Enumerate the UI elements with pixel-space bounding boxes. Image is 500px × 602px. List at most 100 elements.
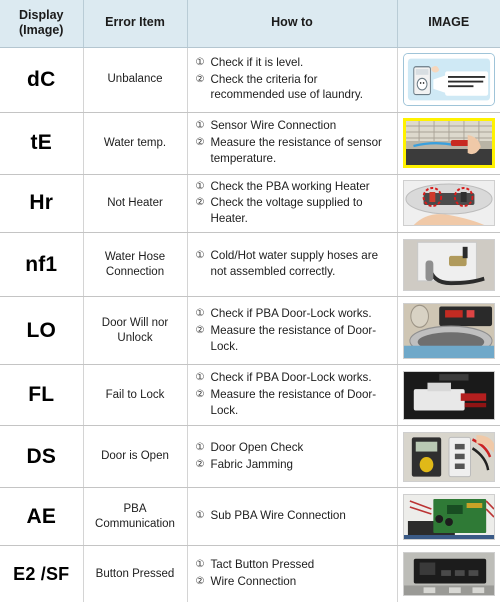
column-header-display: Display (Image) [0,0,84,48]
step-text: Measure the resistance of Door-Lock. [210,388,377,418]
how-to-steps: ① Check if PBA Door-Lock works. ② Measure t… [187,364,398,427]
table-row: tE Water temp. ① Sensor Wire Connection ② Mea… [0,112,500,175]
image-cell [397,174,500,234]
step-number: ① [195,180,205,192]
how-to-steps: ① Check if PBA Door-Lock works. ② Measure t… [187,296,398,366]
image-cell [397,232,500,298]
how-to-steps: ① Sensor Wire Connection ② Measure the resi… [187,112,398,175]
image-cell [397,545,500,602]
how-to-step: ① Sub PBA Wire Connection [196,508,391,524]
error-code-display: E2 /SF [0,545,84,602]
image-cell [397,112,500,175]
error-item-label: Button Pressed [83,545,188,602]
how-to-step: ① Door Open Check [196,440,391,456]
image-cell [397,296,500,366]
column-header-how-to: How to [187,0,398,48]
table-row: E2 /SF Button Pressed ① Tact Button Pressed… [0,545,500,602]
error-code-display: DS [0,425,84,489]
how-to-steps: ① Sub PBA Wire Connection [187,487,398,547]
step-text: Wire Connection [210,575,297,589]
step-number: ① [195,510,205,522]
table-row: AE PBA Communication ① Sub PBA Wire Connect… [0,487,500,547]
step-number: ② [195,458,205,470]
error-code-display: nf1 [0,232,84,298]
how-to-step: ① Check if PBA Door-Lock works. [196,306,391,322]
photo-washer-door-control-panel [402,302,495,359]
how-to-step: ① Cold/Hot water supply hoses are not ass… [196,248,391,280]
error-code-display: LO [0,296,84,366]
step-text: Check if PBA Door-Lock works. [210,306,372,320]
error-code-display: dC [0,47,84,113]
how-to-step: ② Measure the resistance of sensor temper… [196,135,391,167]
step-number: ① [195,56,205,68]
photo-door-lock-assembly [402,370,495,420]
step-text: Check if it is level. [210,55,304,69]
photo-heater-terminals-circled [402,180,495,227]
step-number: ② [195,197,205,209]
step-text: Check the voltage supplied to Heater. [210,196,363,226]
how-to-step: ① Check the PBA working Heater [196,179,391,195]
table-row: FL Fail to Lock ① Check if PBA Door-Lock wo… [0,364,500,427]
table-row: dC Unbalance ① Check if it is level. ② Check … [0,47,500,113]
error-code-display: Hr [0,174,84,234]
how-to-step: ② Measure the resistance of Door-Lock. [196,387,391,419]
column-header-display-line1: Display [19,7,64,22]
header-row: Display (Image) Error Item How to IMAGE [0,0,500,48]
error-item-label: Door Will nor Unlock [83,296,188,366]
step-number: ② [195,324,205,336]
error-item-label: Unbalance [83,47,188,113]
how-to-steps: ① Door Open Check ② Fabric Jamming [187,425,398,489]
step-number: ① [195,372,205,384]
how-to-step: ② Wire Connection [196,574,391,590]
photo-sensor-wire-measurement [402,118,495,168]
step-number: ② [195,576,205,588]
column-header-error-item: Error Item [83,0,188,48]
error-item-label: PBA Communication [83,487,188,547]
error-code-display: AE [0,487,84,547]
how-to-step: ① Check if it is level. [196,55,391,71]
step-text: Measure the resistance of Door-Lock. [210,323,377,353]
column-header-image: IMAGE [397,0,500,48]
step-text: Tact Button Pressed [210,558,315,572]
table-row: DS Door is Open ① Door Open Check ② Fabric Ja… [0,425,500,489]
how-to-step: ① Check if PBA Door-Lock works. [196,370,391,386]
step-number: ① [195,307,205,319]
how-to-steps: ① Check the PBA working Heater ② Check the … [187,174,398,234]
step-text: Door Open Check [210,440,304,454]
error-item-label: Fail to Lock [83,364,188,427]
step-text: Check the criteria for recommended use o… [210,72,364,102]
step-text: Measure the resistance of sensor tempera… [210,136,382,165]
how-to-step: ① Tact Button Pressed [196,557,391,573]
how-to-steps: ① Tact Button Pressed ② Wire Connection [187,545,398,602]
step-number: ① [195,559,205,571]
photo-main-pba-circuit-board [402,493,495,540]
how-to-step: ② Measure the resistance of Door-Lock. [196,323,391,355]
error-code-display: tE [0,112,84,175]
how-to-step: ② Check the criteria for recommended use … [196,72,391,104]
illustration-do-not-wash-waterproof-items [402,53,495,106]
step-number: ② [195,137,205,148]
step-text: Check if PBA Door-Lock works. [210,371,372,385]
table-row: nf1 Water Hose Connection ① Cold/Hot water … [0,232,500,298]
table-row: LO Door Will nor Unlock ① Check if PBA Door… [0,296,500,366]
step-text: Cold/Hot water supply hoses are not asse… [210,249,379,279]
how-to-step: ① Sensor Wire Connection [196,118,391,134]
table-row: Hr Not Heater ① Check the PBA working Heate… [0,174,500,234]
image-cell [397,47,500,113]
table-header: Display (Image) Error Item How to IMAGE [0,0,500,48]
column-header-display-line2: (Image) [19,23,64,38]
image-cell [397,425,500,489]
photo-control-panel-buttons [402,552,495,597]
step-text: Sensor Wire Connection [210,119,337,133]
image-cell [397,364,500,427]
step-number: ② [195,73,205,85]
how-to-step: ② Check the voltage supplied to Heater. [196,195,391,227]
photo-multimeter-door-switch-test [402,431,495,482]
error-code-table: Display (Image) Error Item How to IMAGE … [0,0,500,602]
photo-water-supply-hose-tap [402,238,495,291]
step-number: ① [195,441,205,453]
step-number: ② [195,389,205,401]
error-code-display: FL [0,364,84,427]
image-cell [397,487,500,547]
step-text: Fabric Jamming [210,457,293,471]
